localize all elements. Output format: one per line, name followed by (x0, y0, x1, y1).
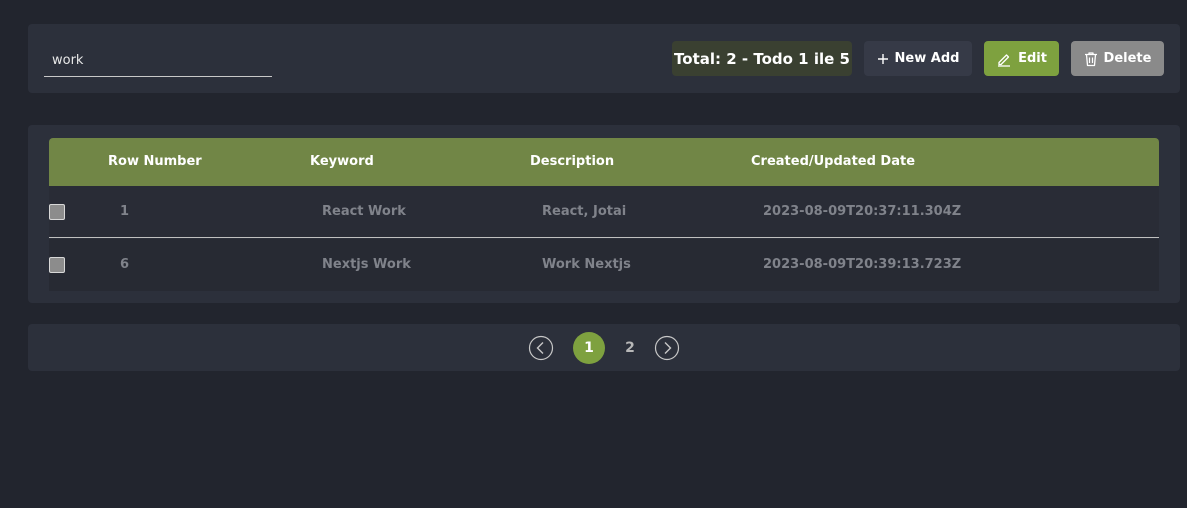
cell-description: Work Nextjs (542, 257, 631, 272)
cell-keyword: Nextjs Work (322, 257, 411, 272)
page-button-2[interactable]: 2 (614, 332, 646, 364)
table-header: Row Number Keyword Description Created/U… (49, 138, 1159, 186)
cell-row-number: 6 (120, 257, 130, 272)
cell-date: 2023-08-09T20:37:11.304Z (763, 204, 962, 219)
table-row[interactable]: 1 React Work React, Jotai 2023-08-09T20:… (49, 186, 1159, 238)
chevron-right-circle-icon[interactable] (654, 335, 680, 361)
delete-button[interactable]: Delete (1071, 41, 1164, 76)
cell-date: 2023-08-09T20:39:13.723Z (763, 257, 962, 272)
pencil-icon (996, 51, 1012, 67)
trash-icon (1084, 51, 1098, 67)
row-checkbox[interactable] (49, 204, 65, 220)
cell-row-number: 1 (120, 204, 130, 219)
data-table: Row Number Keyword Description Created/U… (28, 125, 1180, 303)
page-button-1[interactable]: 1 (573, 332, 605, 364)
header-keyword[interactable]: Keyword (310, 138, 374, 186)
new-add-label: New Add (894, 51, 960, 66)
total-summary-badge: Total: 2 - Todo 1 ile 5 (672, 41, 852, 76)
chevron-left-circle-icon[interactable] (528, 335, 554, 361)
header-date[interactable]: Created/Updated Date (751, 138, 915, 186)
cell-description: React, Jotai (542, 204, 627, 219)
delete-label: Delete (1103, 51, 1152, 66)
edit-label: Edit (1018, 51, 1047, 66)
row-checkbox[interactable] (49, 257, 65, 273)
search-field[interactable] (44, 44, 272, 77)
edit-button[interactable]: Edit (984, 41, 1059, 76)
pagination: 1 2 (28, 324, 1180, 371)
header-row-number[interactable]: Row Number (108, 138, 202, 186)
toolbar: Total: 2 - Todo 1 ile 5 New Add Edit Del… (28, 24, 1180, 93)
cell-keyword: React Work (322, 204, 406, 219)
table-row[interactable]: 6 Nextjs Work Work Nextjs 2023-08-09T20:… (49, 239, 1159, 291)
plus-icon (877, 53, 889, 65)
search-input[interactable] (44, 44, 272, 76)
header-description[interactable]: Description (530, 138, 614, 186)
new-add-button[interactable]: New Add (864, 41, 972, 76)
